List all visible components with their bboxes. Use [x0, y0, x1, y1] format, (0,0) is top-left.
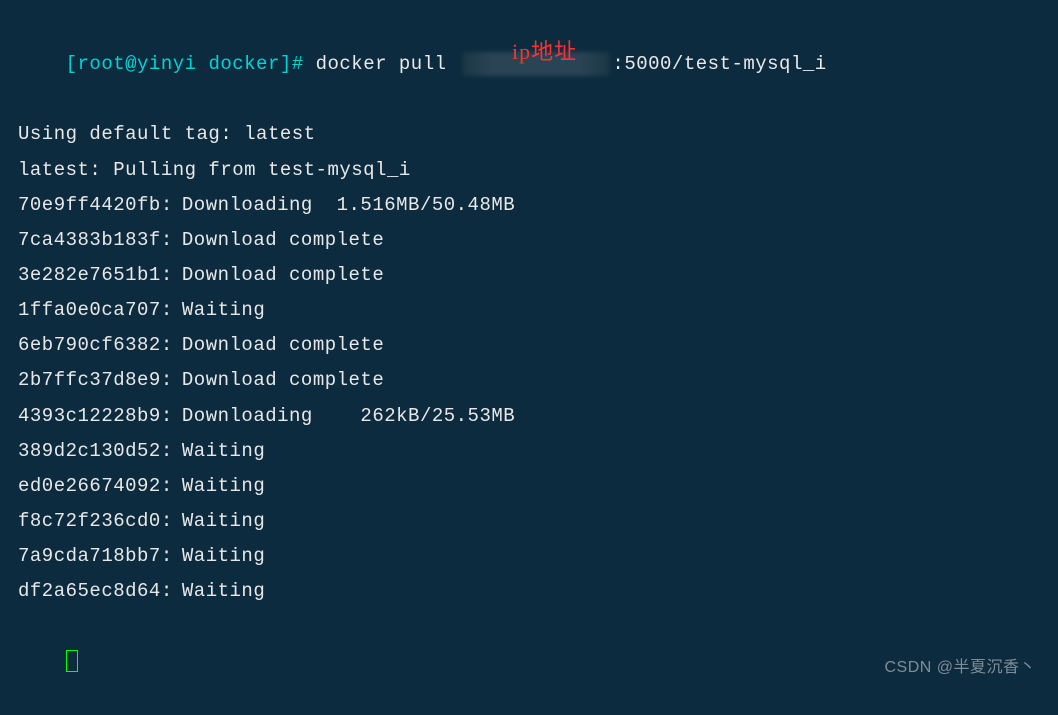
prompt-user: root [78, 53, 126, 75]
layer-row: 4393c12228b9: Downloading 262kB/25.53MB [18, 399, 1040, 434]
layer-hash: 389d2c130d52: [18, 434, 170, 469]
watermark: CSDN @半夏沉香丶 [884, 653, 1036, 683]
layer-row: 7a9cda718bb7: Waiting [18, 539, 1040, 574]
layer-row: 6eb790cf6382: Download complete [18, 328, 1040, 363]
layer-status: Downloading 1.516MB/50.48MB [170, 188, 515, 223]
output-pulling-from: latest: Pulling from test-mysql_i [18, 153, 1040, 188]
layer-status: Download complete [170, 363, 384, 398]
cursor-icon [66, 650, 78, 672]
layer-row: 2b7ffc37d8e9: Download complete [18, 363, 1040, 398]
layer-row: 3e282e7651b1: Download complete [18, 258, 1040, 293]
layer-hash: 7ca4383b183f: [18, 223, 170, 258]
terminal-window[interactable]: [root@yinyi docker]# docker pull :5000/t… [18, 12, 1040, 715]
layer-row: ed0e26674092: Waiting [18, 469, 1040, 504]
layer-hash: ed0e26674092: [18, 469, 170, 504]
layer-status: Download complete [170, 223, 384, 258]
command-prefix: docker pull [316, 53, 459, 75]
layers-list: 70e9ff4420fb: Downloading 1.516MB/50.48M… [18, 188, 1040, 610]
layer-status: Waiting [170, 574, 265, 609]
layer-status: Waiting [170, 539, 265, 574]
layer-row: 70e9ff4420fb: Downloading 1.516MB/50.48M… [18, 188, 1040, 223]
annotation-ip-label: ip地址 [512, 32, 577, 73]
layer-hash: f8c72f236cd0: [18, 504, 170, 539]
layer-status: Waiting [170, 469, 265, 504]
prompt-cwd: docker [208, 53, 279, 75]
layer-hash: 3e282e7651b1: [18, 258, 170, 293]
layer-row: 389d2c130d52: Waiting [18, 434, 1040, 469]
command-suffix: :5000/test-mysql_i [612, 53, 826, 75]
layer-status: Download complete [170, 258, 384, 293]
layer-row: f8c72f236cd0: Waiting [18, 504, 1040, 539]
layer-row: df2a65ec8d64: Waiting [18, 574, 1040, 609]
layer-status: Waiting [170, 293, 265, 328]
layer-status: Waiting [170, 504, 265, 539]
layer-hash: df2a65ec8d64: [18, 574, 170, 609]
prompt-bracket-close: ] [280, 53, 292, 75]
layer-hash: 2b7ffc37d8e9: [18, 363, 170, 398]
prompt-at: @ [125, 53, 137, 75]
layer-row: 7ca4383b183f: Download complete [18, 223, 1040, 258]
layer-hash: 70e9ff4420fb: [18, 188, 170, 223]
layer-status: Download complete [170, 328, 384, 363]
layer-hash: 1ffa0e0ca707: [18, 293, 170, 328]
layer-hash: 4393c12228b9: [18, 399, 170, 434]
prompt-symbol: # [292, 53, 304, 75]
output-default-tag: Using default tag: latest [18, 117, 1040, 152]
layer-status: Waiting [170, 434, 265, 469]
layer-hash: 7a9cda718bb7: [18, 539, 170, 574]
prompt-host: yinyi [137, 53, 197, 75]
layer-status: Downloading 262kB/25.53MB [170, 399, 515, 434]
layer-row: 1ffa0e0ca707: Waiting [18, 293, 1040, 328]
layer-hash: 6eb790cf6382: [18, 328, 170, 363]
prompt-bracket-open: [ [66, 53, 78, 75]
